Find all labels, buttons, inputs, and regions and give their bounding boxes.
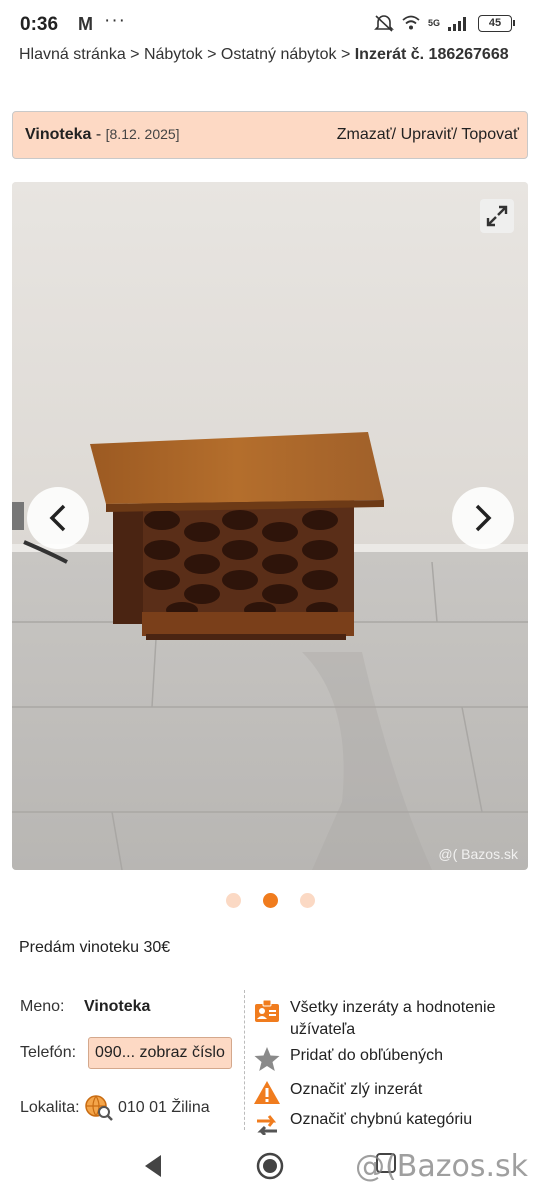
- photo-wine-rack: [12, 182, 528, 870]
- location-label: Lokalita:: [20, 1099, 80, 1116]
- fullscreen-button[interactable]: [480, 199, 514, 233]
- add-favorite-label: Pridať do obľúbených: [290, 1047, 443, 1064]
- location-value: 010 01 Žilina: [118, 1099, 210, 1116]
- listing-description: Predám vinoteku 30€: [19, 939, 171, 956]
- breadcrumb-current: Inzerát č. 186267668: [354, 46, 509, 63]
- name-label: Meno:: [20, 998, 65, 1015]
- wrong-category-label: Označiť chybnú kategóriu: [290, 1111, 473, 1128]
- warning-icon: [254, 1081, 280, 1104]
- home-icon[interactable]: [255, 1151, 285, 1181]
- phone-label: Telefón:: [20, 1044, 77, 1061]
- star-icon: [254, 1047, 280, 1071]
- wrong-category-link[interactable]: Označiť chybnú kategóriu: [253, 1109, 472, 1137]
- wifi-icon: [402, 15, 420, 30]
- status-icons: 5G 45: [374, 14, 515, 32]
- system-nav-bar: @(Bazos.sk: [0, 1135, 540, 1200]
- info-divider: [244, 990, 245, 1130]
- gallery-dot[interactable]: [225, 893, 241, 908]
- location-link[interactable]: 010 01 Žilina: [84, 1094, 210, 1122]
- gallery-dot[interactable]: [299, 893, 315, 908]
- listing-header: Vinoteka - [8.12. 2025] Zmazať/ Upraviť/…: [12, 111, 528, 159]
- more-notifications-icon: ···: [104, 10, 126, 31]
- report-listing-label: Označiť zlý inzerát: [290, 1081, 423, 1098]
- listing-date: [8.12. 2025]: [105, 126, 180, 142]
- add-favorite-link[interactable]: Pridať do obľúbených: [253, 1045, 443, 1073]
- status-time: 0:36: [20, 14, 59, 35]
- chevron-right-icon: [475, 504, 492, 532]
- network-type: 5G: [427, 17, 440, 28]
- previous-photo-button[interactable]: [27, 487, 89, 549]
- gallery-pagination: [0, 893, 540, 908]
- next-photo-button[interactable]: [452, 487, 514, 549]
- mute-icon: [374, 15, 394, 32]
- edit-link[interactable]: Upraviť/: [396, 126, 458, 143]
- arrows-icon: [257, 1115, 277, 1137]
- listing-actions: Zmazať/ Upraviť/ Topovať: [337, 126, 519, 144]
- all-listings-link[interactable]: Všetky inzeráty a hodnotenie užívateľa: [253, 997, 525, 1041]
- breadcrumb-path[interactable]: Hlavná stránka > Nábytok > Ostatný nábyt…: [19, 46, 355, 63]
- listing-title: Vinoteka: [25, 126, 92, 143]
- gmail-icon: M: [78, 14, 93, 34]
- date-separator: -: [91, 126, 106, 143]
- promote-link[interactable]: Topovať: [457, 126, 519, 143]
- phone-row: Telefón: 090... zobraz číslo: [20, 1037, 232, 1069]
- photo-watermark: @( Bazos.sk: [438, 846, 518, 862]
- battery-icon: 45: [478, 14, 515, 32]
- gallery-dot-active[interactable]: [262, 893, 278, 908]
- delete-link[interactable]: Zmazať/: [337, 126, 396, 143]
- all-listings-label: Všetky inzeráty a hodnotenie užívateľa: [290, 999, 496, 1038]
- listing-photo[interactable]: @( Bazos.sk: [12, 182, 528, 870]
- name-row: Meno: Vinoteka: [20, 998, 150, 1016]
- user-card-icon: [255, 999, 279, 1022]
- status-bar: 0:36 M ··· 5G 45: [0, 0, 540, 50]
- report-listing-link[interactable]: Označiť zlý inzerát: [253, 1079, 422, 1107]
- breadcrumb: Hlavná stránka > Nábytok > Ostatný nábyt…: [19, 44, 519, 66]
- globe-search-icon: [85, 1095, 113, 1121]
- location-row: Lokalita: 010 01 Žilina: [20, 1094, 210, 1122]
- seller-name: Vinoteka: [84, 998, 151, 1015]
- listing-title-block: Vinoteka - [8.12. 2025]: [25, 126, 180, 144]
- signal-icon: [448, 17, 466, 31]
- chevron-left-icon: [49, 504, 66, 532]
- bazos-logo: @(Bazos.sk: [355, 1149, 528, 1184]
- show-phone-button[interactable]: 090... zobraz číslo: [88, 1037, 232, 1069]
- back-icon[interactable]: [141, 1153, 165, 1179]
- expand-icon: [486, 205, 508, 227]
